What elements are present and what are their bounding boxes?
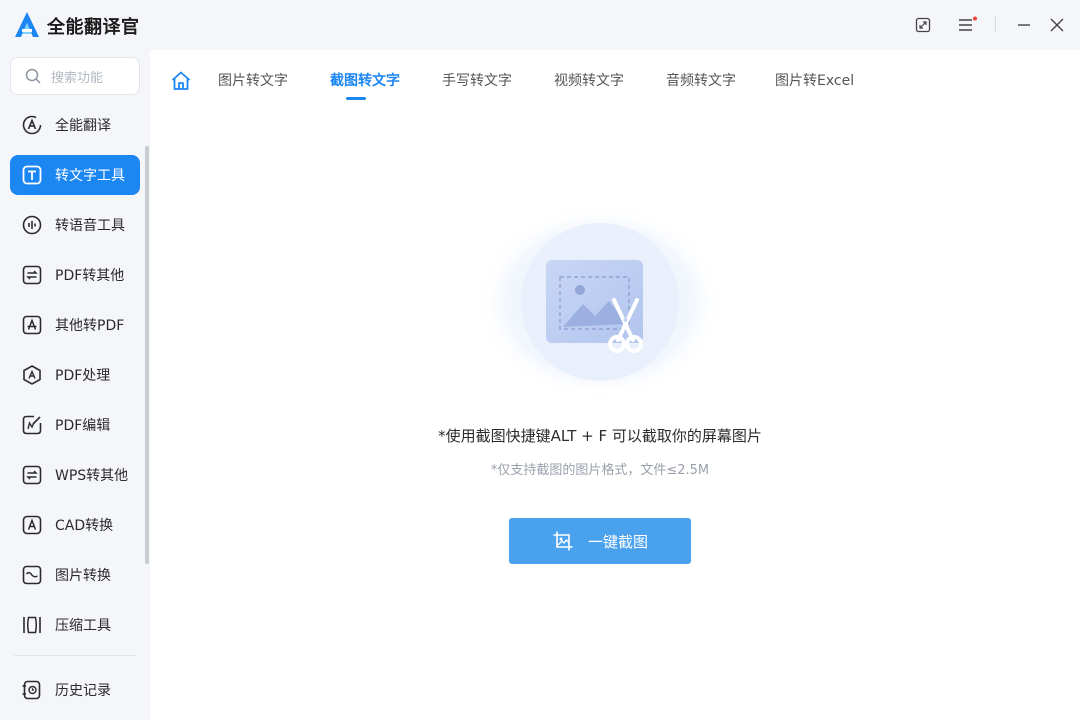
sidebar-item-cad[interactable]: CAD转换	[10, 505, 140, 545]
sidebar-item-translate[interactable]: 全能翻译	[10, 105, 140, 145]
notification-dot-icon	[973, 16, 977, 21]
tab-image-to-excel[interactable]: 图片转Excel	[775, 70, 854, 90]
sidebar-item-to-pdf[interactable]: 其他转PDF	[10, 305, 140, 345]
image-convert-icon	[21, 564, 43, 586]
search-icon	[25, 68, 41, 84]
pdf-process-icon	[21, 364, 43, 386]
mini-mode-button[interactable]	[911, 13, 935, 37]
menu-button[interactable]	[955, 13, 979, 37]
shortcut-hint: *使用截图快捷键ALT + F 可以截取你的屏幕图片	[438, 427, 762, 445]
sidebar-item-history[interactable]: 历史记录	[10, 670, 140, 710]
sidebar-item-label: PDF编辑	[55, 418, 111, 434]
sidebar-item-compress[interactable]: 压缩工具	[10, 605, 140, 645]
screenshot-illustration-icon	[477, 204, 723, 400]
sidebar-item-image-convert[interactable]: 图片转换	[10, 555, 140, 595]
minimize-button[interactable]	[1012, 13, 1036, 37]
voice-icon	[21, 214, 43, 236]
sidebar-item-pdf-convert[interactable]: PDF转其他	[10, 255, 140, 295]
app-title: 全能翻译官	[47, 17, 140, 38]
button-label: 一键截图	[587, 532, 648, 551]
minimize-icon	[1018, 24, 1030, 26]
sidebar-item-label: CAD转换	[55, 518, 114, 534]
tab-handwriting-to-text[interactable]: 手写转文字	[442, 70, 512, 90]
titlebar-divider	[995, 16, 996, 32]
sidebar-item-label: 转文字工具	[55, 168, 125, 184]
sidebar-item-label: 压缩工具	[55, 618, 111, 634]
sidebar-scrollbar[interactable]	[145, 146, 149, 564]
sidebar-item-label: 其他转PDF	[55, 318, 125, 334]
sidebar-item-label: 历史记录	[55, 683, 111, 699]
sidebar-item-label: 全能翻译	[55, 118, 111, 134]
compress-icon	[21, 614, 43, 636]
sidebar-item-pdf-process[interactable]: PDF处理	[10, 355, 140, 395]
sidebar-item-label: 图片转换	[55, 568, 111, 584]
sidebar: 搜索功能 全能翻译 转文字工具 转语音工具 PDF转其他 其他转PDF PDF处…	[0, 50, 150, 720]
sidebar-divider	[14, 655, 136, 656]
tab-audio-to-text[interactable]: 音频转文字	[666, 70, 736, 90]
text-tool-icon	[21, 164, 43, 186]
sidebar-item-pdf-edit[interactable]: PDF编辑	[10, 405, 140, 445]
to-pdf-icon	[21, 314, 43, 336]
search-placeholder: 搜索功能	[51, 70, 104, 86]
app-logo-icon	[15, 12, 39, 37]
sidebar-item-wps[interactable]: WPS转其他	[10, 455, 140, 495]
wps-icon	[21, 464, 43, 486]
tab-screenshot-to-text[interactable]: 截图转文字	[330, 70, 400, 90]
search-input[interactable]: 搜索功能	[10, 57, 140, 95]
sidebar-item-label: PDF转其他	[55, 268, 125, 284]
tab-image-to-text[interactable]: 图片转文字	[218, 70, 288, 90]
tab-home[interactable]	[170, 70, 192, 92]
active-tab-indicator	[346, 97, 366, 100]
tab-video-to-text[interactable]: 视频转文字	[554, 70, 624, 90]
history-icon	[21, 679, 43, 701]
shrink-icon	[915, 17, 931, 33]
close-icon	[1050, 18, 1064, 32]
sidebar-item-voice[interactable]: 转语音工具	[10, 205, 140, 245]
translate-icon	[21, 114, 43, 136]
screenshot-icon	[553, 531, 573, 551]
menu-icon	[959, 16, 977, 31]
main-panel: 图片转文字 截图转文字 手写转文字 视频转文字 音频转文字 图片转Excel *…	[150, 50, 1080, 720]
one-click-screenshot-button[interactable]: 一键截图	[509, 518, 691, 564]
cad-icon	[21, 514, 43, 536]
tab-bar: 图片转文字 截图转文字 手写转文字 视频转文字 音频转文字 图片转Excel	[150, 50, 1080, 110]
sidebar-item-label: PDF处理	[55, 368, 111, 384]
sidebar-item-label: WPS转其他	[55, 468, 129, 484]
format-hint: *仅支持截图的图片格式，文件≤2.5M	[490, 463, 710, 478]
pdf-edit-icon	[21, 414, 43, 436]
home-icon	[171, 71, 191, 90]
title-bar: 全能翻译官	[0, 0, 1080, 50]
sidebar-item-text-tool[interactable]: 转文字工具	[10, 155, 140, 195]
pdf-convert-icon	[21, 264, 43, 286]
sidebar-item-label: 转语音工具	[55, 218, 125, 234]
close-button[interactable]	[1045, 13, 1069, 37]
